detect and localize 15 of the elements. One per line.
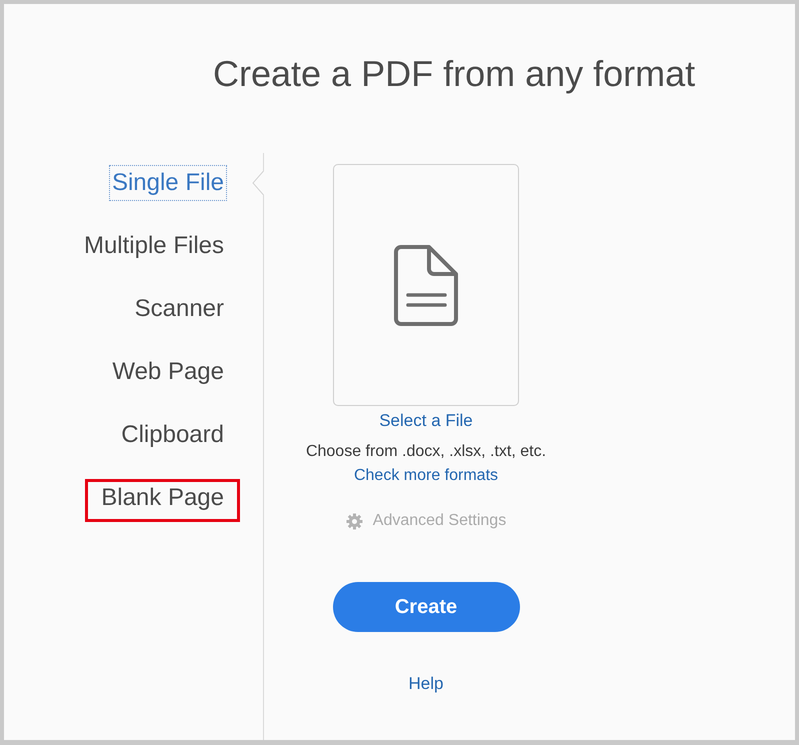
file-drop-area[interactable] xyxy=(333,164,519,406)
document-icon xyxy=(394,244,458,326)
create-button[interactable]: Create xyxy=(332,582,520,632)
sidebar-item[interactable]: Scanner xyxy=(132,291,227,327)
select-file-link[interactable]: Select a File xyxy=(379,409,473,433)
gear-icon xyxy=(346,512,363,530)
check-formats-link[interactable]: Check more formats xyxy=(354,464,498,488)
format-hint-text: Choose from .docx, .xlsx, .txt, etc. xyxy=(306,442,546,462)
sidebar-item[interactable]: Web Page xyxy=(109,354,227,390)
sidebar-item[interactable]: Multiple Files xyxy=(80,228,227,264)
sidebar-item[interactable]: Single File xyxy=(108,165,227,201)
sidebar-item[interactable]: Blank Page xyxy=(85,479,240,522)
page-title: Create a PDF from any format xyxy=(212,52,696,96)
help-link[interactable]: Help xyxy=(408,672,444,696)
sidebar-item[interactable]: Clipboard xyxy=(118,417,227,453)
